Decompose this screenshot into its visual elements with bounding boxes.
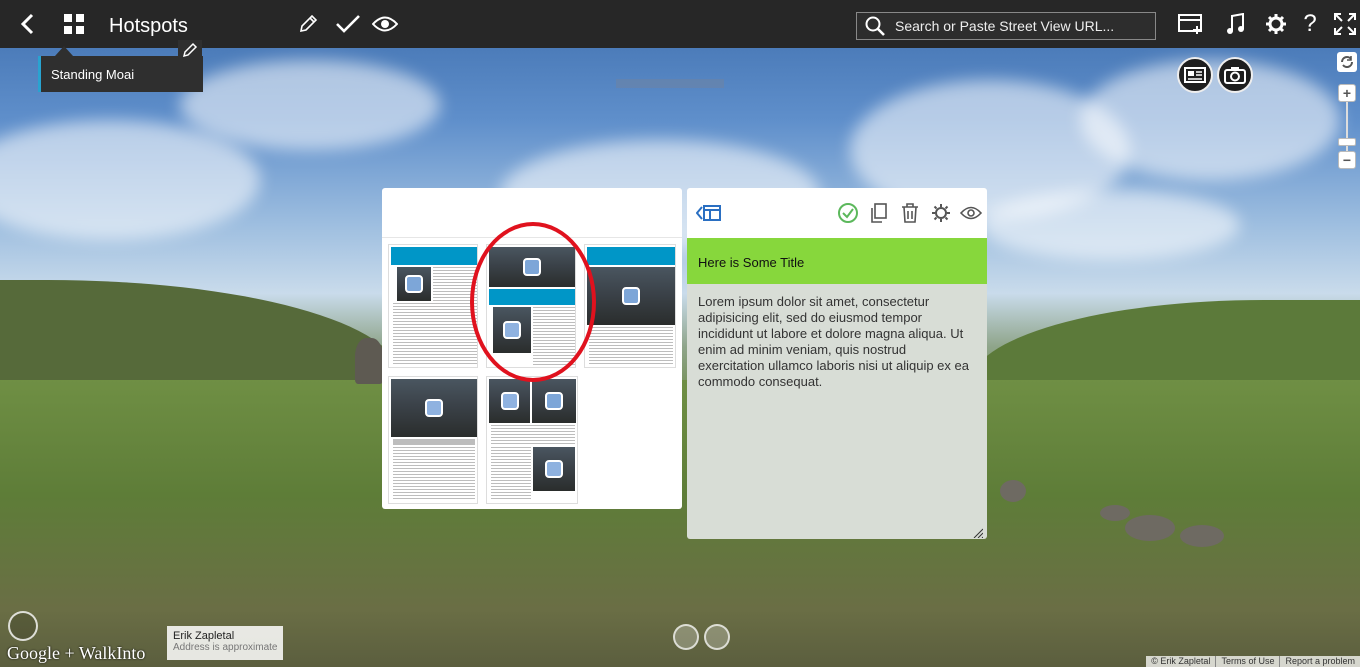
watermark	[616, 79, 724, 88]
video-icon	[500, 392, 519, 410]
layout-toggle-icon[interactable]	[695, 202, 723, 224]
editor-toolbar	[687, 188, 987, 238]
layout-template-4[interactable]	[388, 376, 478, 504]
top-toolbar: Hotspots ?	[0, 0, 1360, 48]
card-body-text[interactable]: Lorem ipsum dolor sit amet, consectetur …	[687, 284, 987, 400]
resize-handle-icon[interactable]	[973, 525, 984, 539]
address-note: Address is approximate	[173, 642, 278, 653]
eye-icon[interactable]	[371, 0, 399, 48]
back-icon[interactable]	[14, 0, 40, 48]
brand-logo: Google + WalkInto	[7, 643, 146, 663]
terms-link[interactable]: Terms of Use	[1215, 656, 1279, 667]
highlight-ellipse	[470, 222, 596, 382]
layout-template-1[interactable]	[388, 244, 478, 368]
hotspot-edit-icon[interactable]	[178, 40, 202, 60]
search-icon	[865, 16, 885, 36]
rotate-button[interactable]	[1337, 52, 1357, 72]
grid-icon[interactable]	[62, 0, 86, 48]
author-name: Erik Zapletal	[173, 630, 235, 642]
author-box[interactable]: Erik Zapletal Address is approximate	[167, 626, 283, 660]
image-icon	[622, 287, 640, 305]
info-card-button[interactable]	[1177, 57, 1213, 93]
layout-template-5[interactable]	[486, 376, 578, 504]
check-icon[interactable]	[333, 0, 363, 48]
gear-icon[interactable]	[1263, 0, 1289, 48]
footer-links: © Erik Zapletal Terms of Use Report a pr…	[1146, 656, 1360, 667]
image-icon	[405, 275, 423, 293]
music-icon[interactable]	[1222, 0, 1248, 48]
zoom-handle[interactable]	[1338, 138, 1356, 146]
hotspot-label[interactable]: Standing Moai	[38, 56, 203, 92]
nav-left-button[interactable]	[673, 624, 699, 650]
layout-template-3[interactable]	[584, 244, 676, 368]
confirm-icon[interactable]	[837, 202, 859, 224]
page-title: Hotspots	[109, 15, 188, 37]
trash-icon[interactable]	[899, 202, 921, 224]
camera-icon	[1224, 67, 1246, 84]
report-link[interactable]: Report a problem	[1279, 656, 1360, 667]
settings-icon[interactable]	[930, 202, 952, 224]
search-box[interactable]	[856, 12, 1156, 40]
id-card-icon	[1184, 67, 1206, 83]
video-icon	[425, 399, 443, 417]
video-icon	[545, 460, 563, 478]
zoom-in-button[interactable]: +	[1338, 84, 1356, 102]
pencil-icon[interactable]	[296, 0, 320, 48]
rotate-icon	[1341, 56, 1353, 68]
zoom-out-button[interactable]: −	[1338, 151, 1356, 169]
hotspot-caret	[55, 46, 73, 56]
info-card-editor: Here is Some Title Lorem ipsum dolor sit…	[687, 188, 987, 539]
nav-settings-button[interactable]	[704, 624, 730, 650]
copy-icon[interactable]	[868, 202, 890, 224]
copyright-text: © Erik Zapletal	[1151, 656, 1211, 666]
walkinto-logo-icon	[8, 611, 38, 641]
add-panel-icon[interactable]	[1176, 0, 1206, 48]
card-title-field[interactable]: Here is Some Title	[687, 238, 987, 284]
camera-button[interactable]	[1217, 57, 1253, 93]
preview-eye-icon[interactable]	[960, 202, 982, 224]
fullscreen-icon[interactable]	[1332, 0, 1358, 48]
search-input[interactable]	[895, 18, 1145, 34]
help-icon[interactable]: ?	[1299, 0, 1321, 48]
moai-statue	[355, 338, 383, 384]
image-icon	[545, 392, 563, 410]
